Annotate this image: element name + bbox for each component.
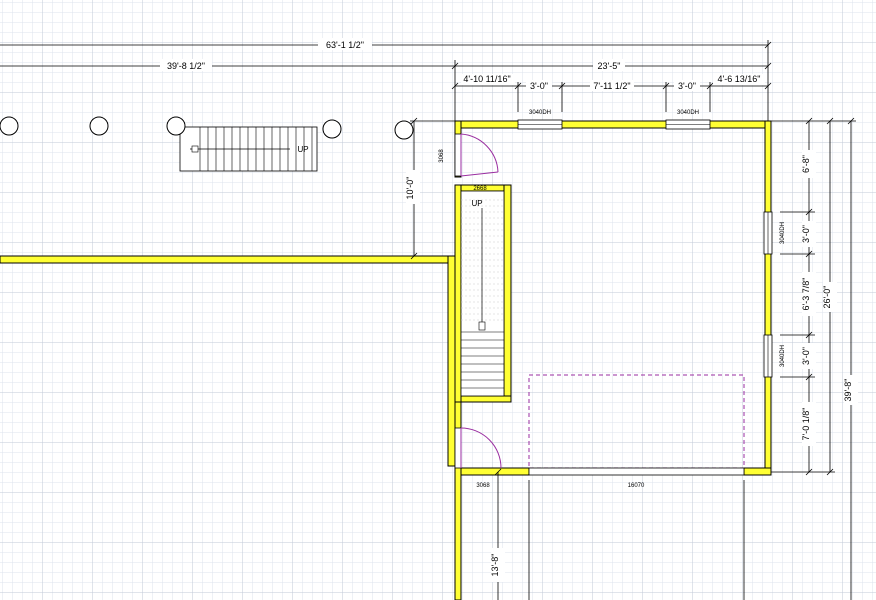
stair-up-label-interior: UP bbox=[471, 199, 482, 208]
floor-plan-canvas[interactable]: 3040DH 3040DH 3040DH 3040DH 3068 2668 30… bbox=[0, 0, 876, 600]
dim-seg-e: 4'-6 13/16" bbox=[718, 74, 761, 84]
window-label-top-2: 3040DH bbox=[677, 110, 699, 116]
dim-left-span: 39'-8 1/2" bbox=[167, 61, 205, 71]
dim-seg-b: 3'-0" bbox=[530, 81, 548, 91]
dim-garage-depth: 26'-0" bbox=[822, 286, 832, 309]
wall-garage-top[interactable] bbox=[454, 120, 772, 129]
garage-door-opening[interactable] bbox=[528, 467, 745, 476]
circle-post-icon[interactable] bbox=[89, 116, 109, 136]
circle-post-icon[interactable] bbox=[166, 116, 186, 136]
circle-post-icon[interactable] bbox=[394, 120, 414, 140]
wall-stair-right[interactable] bbox=[503, 184, 512, 403]
dim-right-seg-2: 3'-0" bbox=[801, 225, 811, 243]
exterior-stair[interactable] bbox=[179, 126, 318, 172]
dim-right-seg-5: 7'-0 1/8" bbox=[801, 408, 811, 441]
dim-garage-width: 23'-5" bbox=[598, 61, 621, 71]
circle-post-icon[interactable] bbox=[0, 116, 19, 136]
wall-house-vertical[interactable] bbox=[447, 255, 456, 467]
window-label-right-1: 3040DH bbox=[780, 222, 786, 244]
wall-garage-bottom-left[interactable] bbox=[454, 467, 530, 476]
dim-porch-depth: 10'-0" bbox=[405, 177, 415, 200]
dim-seg-a: 4'-10 11/16" bbox=[463, 74, 510, 84]
dim-seg-c: 7'-11 1/2" bbox=[593, 81, 630, 91]
dim-right-seg-3: 6'-3 7/8" bbox=[801, 278, 811, 311]
door-label-top: 3068 bbox=[439, 149, 445, 163]
wall-house-lower[interactable] bbox=[454, 465, 462, 600]
wall-garage-right[interactable] bbox=[764, 120, 772, 476]
circle-post-icon[interactable] bbox=[322, 119, 342, 139]
interior-stair[interactable] bbox=[460, 190, 505, 397]
dim-overall-right: 39'-8" bbox=[843, 379, 853, 402]
dim-right-seg-4: 3'-0" bbox=[801, 347, 811, 365]
dim-bottom-left: 13'-8" bbox=[490, 554, 500, 577]
wall-garage-bottom-right[interactable] bbox=[743, 467, 772, 476]
stair-up-label-exterior: UP bbox=[297, 145, 308, 154]
window-label-right-2: 3040DH bbox=[780, 345, 786, 367]
dim-seg-d: 3'-0" bbox=[678, 81, 696, 91]
wall-stair-bottom[interactable] bbox=[454, 395, 512, 403]
grid-background bbox=[0, 0, 876, 600]
garage-door-label: 16070 bbox=[628, 483, 645, 489]
wall-stair-left[interactable] bbox=[454, 184, 462, 403]
window-label-top-1: 3040DH bbox=[529, 110, 551, 116]
dim-overall-top: 63'-1 1/2" bbox=[326, 40, 364, 50]
floor-plan-svg[interactable]: 3040DH 3040DH 3040DH 3040DH 3068 2668 30… bbox=[0, 0, 876, 600]
dim-right-seg-1: 6'-8" bbox=[801, 155, 811, 173]
wall-house-horizontal[interactable] bbox=[0, 255, 456, 264]
door-label-bottom: 3068 bbox=[476, 483, 490, 489]
